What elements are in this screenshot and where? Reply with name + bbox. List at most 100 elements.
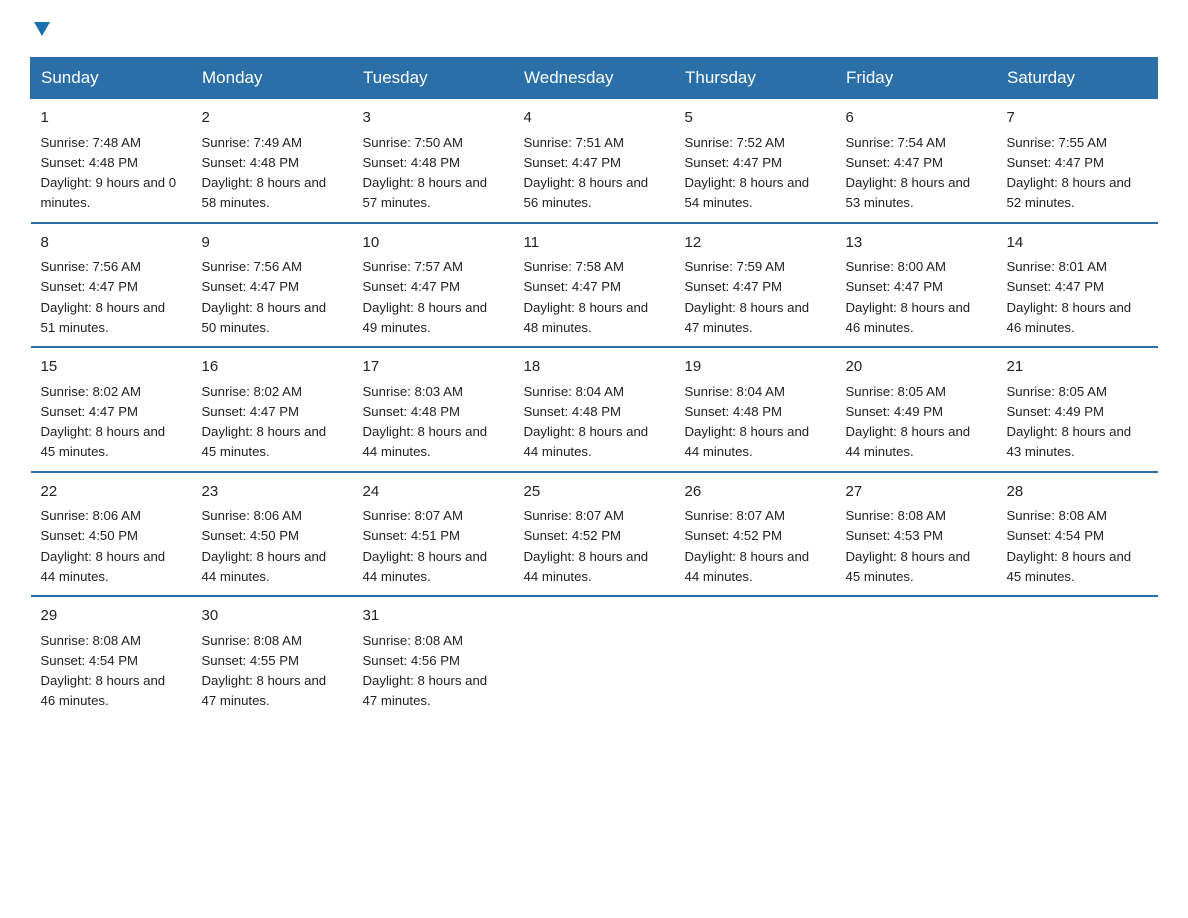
day-number: 16 <box>202 356 343 379</box>
day-info: Sunrise: 8:04 AMSunset: 4:48 PMDaylight:… <box>685 384 810 460</box>
day-info: Sunrise: 7:56 AMSunset: 4:47 PMDaylight:… <box>41 259 166 335</box>
day-number: 5 <box>685 107 826 130</box>
day-number: 7 <box>1007 107 1148 130</box>
day-cell: 1Sunrise: 7:48 AMSunset: 4:48 PMDaylight… <box>31 99 192 223</box>
day-info: Sunrise: 7:49 AMSunset: 4:48 PMDaylight:… <box>202 135 327 211</box>
day-number: 13 <box>846 232 987 255</box>
day-number: 31 <box>363 605 504 628</box>
day-info: Sunrise: 8:08 AMSunset: 4:54 PMDaylight:… <box>41 633 166 709</box>
day-info: Sunrise: 8:02 AMSunset: 4:47 PMDaylight:… <box>41 384 166 460</box>
day-info: Sunrise: 7:56 AMSunset: 4:47 PMDaylight:… <box>202 259 327 335</box>
day-info: Sunrise: 8:01 AMSunset: 4:47 PMDaylight:… <box>1007 259 1132 335</box>
day-cell: 7Sunrise: 7:55 AMSunset: 4:47 PMDaylight… <box>997 99 1158 223</box>
week-row-2: 8 Sunrise: 7:56 AMSunset: 4:47 PMDaylight… <box>31 223 1158 348</box>
day-cell: 6 Sunrise: 7:54 AMSunset: 4:47 PMDaylight… <box>836 99 997 223</box>
day-cell: 25 Sunrise: 8:07 AMSunset: 4:52 PMDayligh… <box>514 472 675 597</box>
header-wednesday: Wednesday <box>514 58 675 99</box>
day-cell: 8 Sunrise: 7:56 AMSunset: 4:47 PMDaylight… <box>31 223 192 348</box>
day-number: 6 <box>846 107 987 130</box>
page-header <box>30 20 1158 37</box>
day-cell: 29 Sunrise: 8:08 AMSunset: 4:54 PMDayligh… <box>31 596 192 720</box>
day-info: Sunrise: 7:48 AMSunset: 4:48 PMDaylight:… <box>41 135 177 211</box>
day-cell: 10Sunrise: 7:57 AMSunset: 4:47 PMDayligh… <box>353 223 514 348</box>
day-info: Sunrise: 8:06 AMSunset: 4:50 PMDaylight:… <box>41 508 166 584</box>
day-info: Sunrise: 8:05 AMSunset: 4:49 PMDaylight:… <box>1007 384 1132 460</box>
day-cell: 21Sunrise: 8:05 AMSunset: 4:49 PMDayligh… <box>997 347 1158 472</box>
week-row-5: 29 Sunrise: 8:08 AMSunset: 4:54 PMDayligh… <box>31 596 1158 720</box>
day-info: Sunrise: 8:08 AMSunset: 4:53 PMDaylight:… <box>846 508 971 584</box>
day-cell <box>514 596 675 720</box>
day-number: 28 <box>1007 481 1148 504</box>
day-number: 25 <box>524 481 665 504</box>
day-number: 23 <box>202 481 343 504</box>
day-cell: 31 Sunrise: 8:08 AMSunset: 4:56 PMDayligh… <box>353 596 514 720</box>
day-cell: 27 Sunrise: 8:08 AMSunset: 4:53 PMDayligh… <box>836 472 997 597</box>
day-cell: 19 Sunrise: 8:04 AMSunset: 4:48 PMDayligh… <box>675 347 836 472</box>
week-row-1: 1Sunrise: 7:48 AMSunset: 4:48 PMDaylight… <box>31 99 1158 223</box>
day-cell: 18 Sunrise: 8:04 AMSunset: 4:48 PMDayligh… <box>514 347 675 472</box>
day-number: 27 <box>846 481 987 504</box>
day-info: Sunrise: 8:07 AMSunset: 4:52 PMDaylight:… <box>524 508 649 584</box>
day-cell: 17 Sunrise: 8:03 AMSunset: 4:48 PMDayligh… <box>353 347 514 472</box>
day-number: 8 <box>41 232 182 255</box>
day-cell: 30 Sunrise: 8:08 AMSunset: 4:55 PMDayligh… <box>192 596 353 720</box>
day-number: 11 <box>524 232 665 255</box>
header-row: SundayMondayTuesdayWednesdayThursdayFrid… <box>31 58 1158 99</box>
day-info: Sunrise: 8:08 AMSunset: 4:54 PMDaylight:… <box>1007 508 1132 584</box>
week-row-3: 15 Sunrise: 8:02 AMSunset: 4:47 PMDayligh… <box>31 347 1158 472</box>
day-info: Sunrise: 8:03 AMSunset: 4:48 PMDaylight:… <box>363 384 488 460</box>
day-info: Sunrise: 8:08 AMSunset: 4:56 PMDaylight:… <box>363 633 488 709</box>
day-info: Sunrise: 7:50 AMSunset: 4:48 PMDaylight:… <box>363 135 488 211</box>
day-info: Sunrise: 8:04 AMSunset: 4:48 PMDaylight:… <box>524 384 649 460</box>
header-monday: Monday <box>192 58 353 99</box>
day-cell: 23 Sunrise: 8:06 AMSunset: 4:50 PMDayligh… <box>192 472 353 597</box>
day-number: 29 <box>41 605 182 628</box>
day-cell: 28 Sunrise: 8:08 AMSunset: 4:54 PMDayligh… <box>997 472 1158 597</box>
day-info: Sunrise: 7:54 AMSunset: 4:47 PMDaylight:… <box>846 135 971 211</box>
day-info: Sunrise: 8:08 AMSunset: 4:55 PMDaylight:… <box>202 633 327 709</box>
day-cell: 20 Sunrise: 8:05 AMSunset: 4:49 PMDayligh… <box>836 347 997 472</box>
day-cell: 11 Sunrise: 7:58 AMSunset: 4:47 PMDayligh… <box>514 223 675 348</box>
day-cell: 13 Sunrise: 8:00 AMSunset: 4:47 PMDayligh… <box>836 223 997 348</box>
day-number: 17 <box>363 356 504 379</box>
day-cell: 24Sunrise: 8:07 AMSunset: 4:51 PMDayligh… <box>353 472 514 597</box>
day-number: 15 <box>41 356 182 379</box>
day-cell: 4Sunrise: 7:51 AMSunset: 4:47 PMDaylight… <box>514 99 675 223</box>
calendar-table: SundayMondayTuesdayWednesdayThursdayFrid… <box>30 57 1158 720</box>
day-number: 14 <box>1007 232 1148 255</box>
day-number: 26 <box>685 481 826 504</box>
day-info: Sunrise: 8:06 AMSunset: 4:50 PMDaylight:… <box>202 508 327 584</box>
header-saturday: Saturday <box>997 58 1158 99</box>
day-cell: 14 Sunrise: 8:01 AMSunset: 4:47 PMDayligh… <box>997 223 1158 348</box>
day-cell <box>836 596 997 720</box>
header-sunday: Sunday <box>31 58 192 99</box>
day-info: Sunrise: 8:05 AMSunset: 4:49 PMDaylight:… <box>846 384 971 460</box>
day-number: 22 <box>41 481 182 504</box>
day-number: 9 <box>202 232 343 255</box>
day-number: 18 <box>524 356 665 379</box>
day-cell: 22 Sunrise: 8:06 AMSunset: 4:50 PMDayligh… <box>31 472 192 597</box>
day-cell: 9 Sunrise: 7:56 AMSunset: 4:47 PMDaylight… <box>192 223 353 348</box>
day-number: 19 <box>685 356 826 379</box>
day-info: Sunrise: 7:58 AMSunset: 4:47 PMDaylight:… <box>524 259 649 335</box>
day-info: Sunrise: 7:51 AMSunset: 4:47 PMDaylight:… <box>524 135 649 211</box>
day-info: Sunrise: 7:59 AMSunset: 4:47 PMDaylight:… <box>685 259 810 335</box>
day-number: 10 <box>363 232 504 255</box>
day-cell <box>997 596 1158 720</box>
day-cell <box>675 596 836 720</box>
day-cell: 12 Sunrise: 7:59 AMSunset: 4:47 PMDayligh… <box>675 223 836 348</box>
day-cell: 26 Sunrise: 8:07 AMSunset: 4:52 PMDayligh… <box>675 472 836 597</box>
day-info: Sunrise: 7:52 AMSunset: 4:47 PMDaylight:… <box>685 135 810 211</box>
day-info: Sunrise: 8:07 AMSunset: 4:51 PMDaylight:… <box>363 508 488 584</box>
day-info: Sunrise: 8:00 AMSunset: 4:47 PMDaylight:… <box>846 259 971 335</box>
header-tuesday: Tuesday <box>353 58 514 99</box>
day-info: Sunrise: 8:07 AMSunset: 4:52 PMDaylight:… <box>685 508 810 584</box>
day-number: 20 <box>846 356 987 379</box>
day-cell: 15 Sunrise: 8:02 AMSunset: 4:47 PMDayligh… <box>31 347 192 472</box>
day-cell: 16 Sunrise: 8:02 AMSunset: 4:47 PMDayligh… <box>192 347 353 472</box>
day-number: 12 <box>685 232 826 255</box>
calendar-body: 1Sunrise: 7:48 AMSunset: 4:48 PMDaylight… <box>31 99 1158 720</box>
day-number: 30 <box>202 605 343 628</box>
day-info: Sunrise: 8:02 AMSunset: 4:47 PMDaylight:… <box>202 384 327 460</box>
day-number: 3 <box>363 107 504 130</box>
